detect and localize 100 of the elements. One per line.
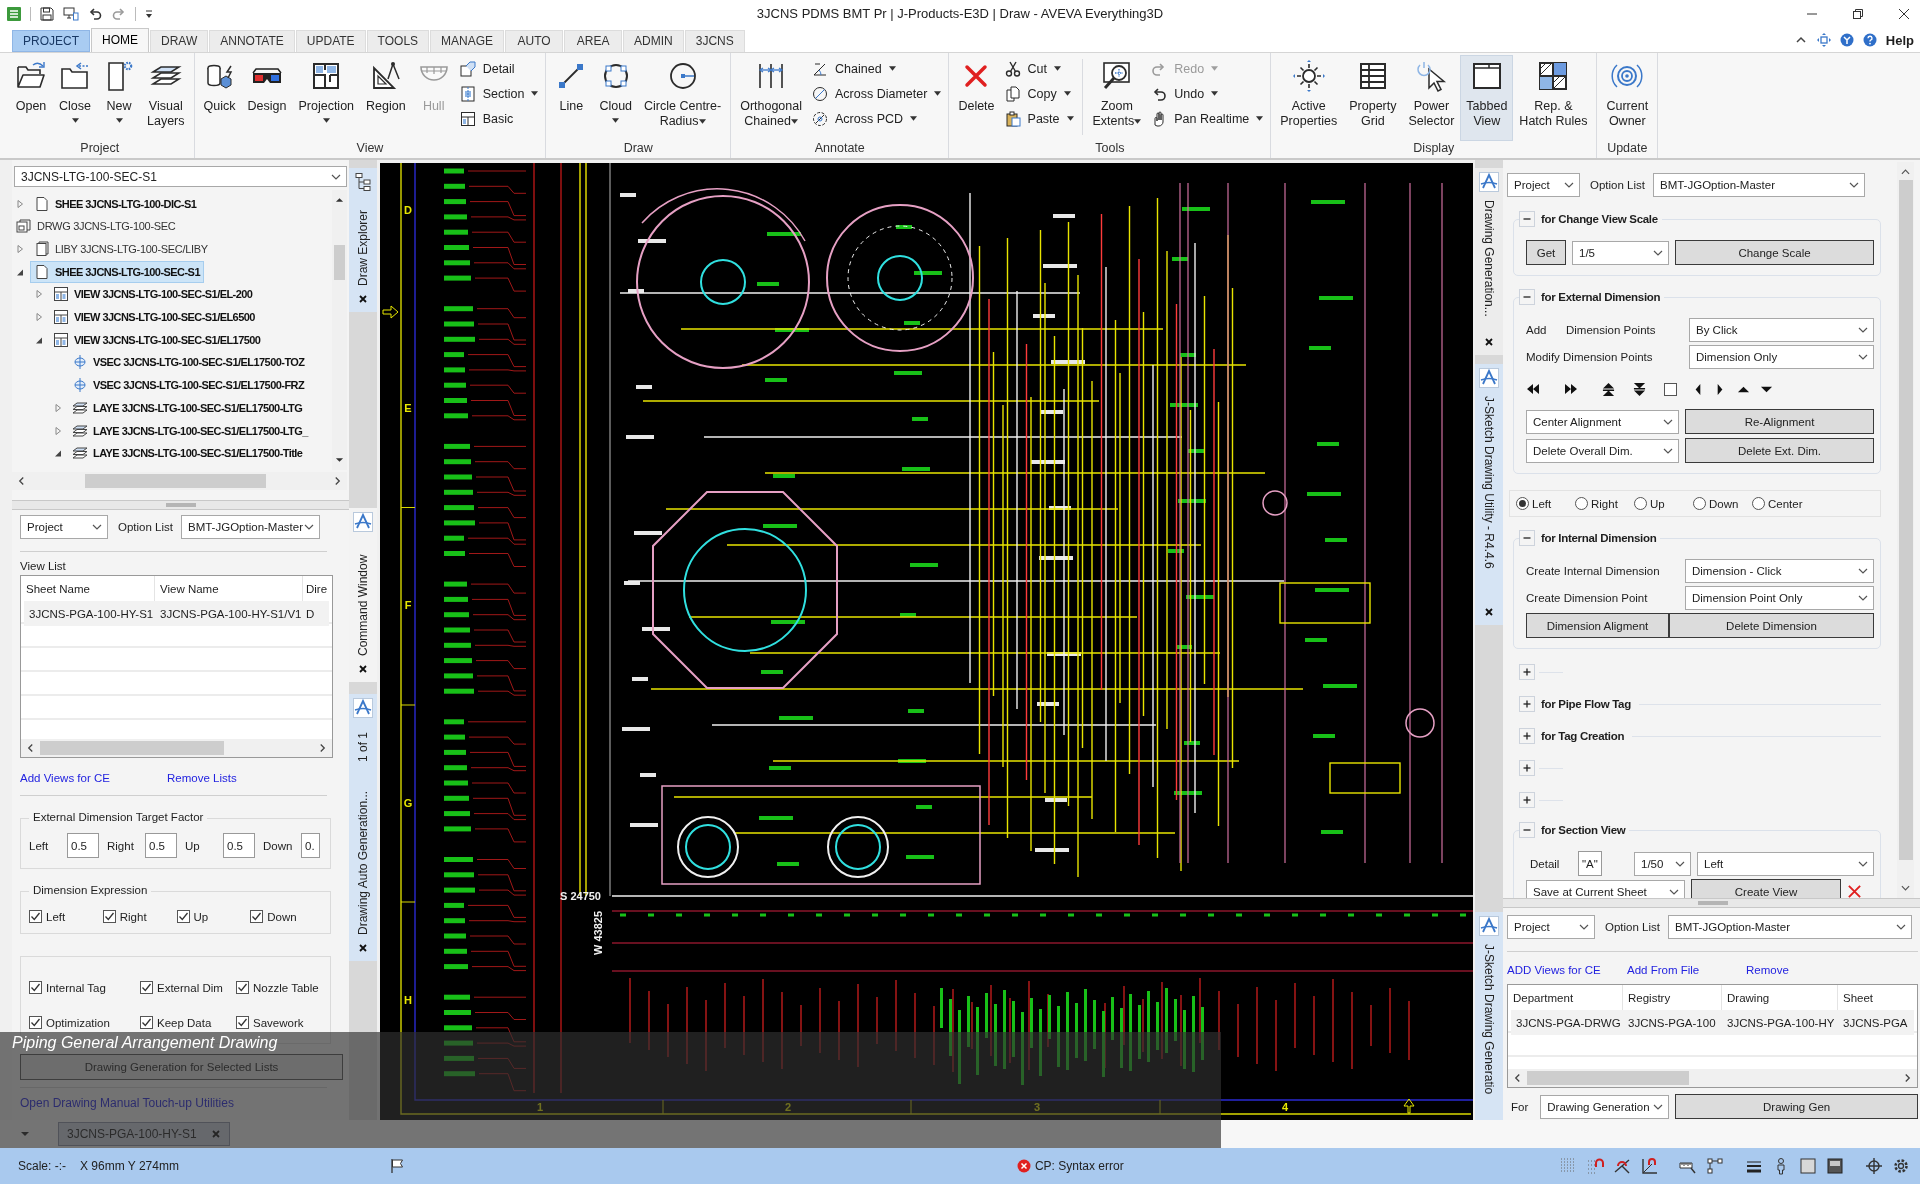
ribbon-tab[interactable]: TOOLS [366,29,430,52]
scroll-right-icon[interactable] [319,743,326,754]
side-tab[interactable]: 1 of 1 Drawing Auto Generation... [349,694,377,962]
dimension-action-button[interactable]: Delete Dimension [1669,613,1874,639]
re-alignment-button[interactable]: Re-Alignment [1685,409,1874,435]
detail-button[interactable]: Detail [455,57,543,80]
ribbon-tab[interactable]: ANNOTATE [209,29,295,52]
region-button[interactable]: Region [360,54,412,141]
new-button[interactable]: New [97,54,141,141]
checkbox[interactable] [29,1016,42,1030]
checkbox[interactable] [140,981,153,995]
checkbox[interactable] [29,981,42,995]
drawing-gen-button[interactable]: Drawing Gen [1675,1094,1918,1120]
purpose-dropdown[interactable]: Drawing Generation [1540,1094,1670,1119]
circle-button[interactable]: Circle Centre- Radius [638,54,728,141]
link[interactable]: Remove [1746,964,1789,977]
scrollbar-thumb[interactable] [85,474,266,489]
column-header[interactable]: Dire [303,576,332,602]
scroll-left-icon[interactable] [18,476,25,487]
dimension-action-button[interactable]: Dimension Aligment [1526,613,1669,639]
square-icon[interactable] [1799,1157,1817,1176]
side-tab[interactable]: Draw Explorer [349,168,377,313]
ribbon-tab[interactable]: UPDATE [295,29,366,52]
section-toggle[interactable] [1519,822,1535,839]
scope-dropdown[interactable]: Project [1507,915,1595,940]
tree-item[interactable]: LIBY 3JCNS-LTG-100-SEC/LIBY [30,238,212,261]
element-selector[interactable]: 3JCNS-LTG-100-SEC-S1 [14,166,347,188]
section-toggle[interactable] [1519,530,1535,547]
option-list-dropdown[interactable]: BMT-JGOption-Master [1668,915,1912,940]
splitter-grip[interactable] [1697,901,1728,906]
section-toggle[interactable] [1519,289,1535,306]
radio-button[interactable] [1634,497,1647,511]
delete-button[interactable]: Delete [952,54,1001,141]
node-link-icon[interactable] [1706,1157,1724,1176]
tree-item[interactable]: VSEC 3JCNS-LTG-100-SEC-S1/EL17500-TOZ [68,351,309,374]
ribbon-tab[interactable]: 3JCNS [684,29,745,52]
app-icon[interactable] [6,5,22,22]
radio-button[interactable] [1575,497,1588,511]
checkbox[interactable] [1664,382,1677,396]
section-toggle[interactable] [1519,211,1535,228]
chained-button[interactable]: Chained [808,57,946,80]
expand-arrow-icon[interactable] [15,244,25,255]
horizontal-scrollbar[interactable] [1508,1069,1917,1088]
grid-snap-icon[interactable] [1586,1157,1604,1176]
paste-button[interactable]: Paste [1000,107,1078,130]
close-icon[interactable] [358,664,368,675]
double-left-arrow-icon[interactable] [1526,382,1540,397]
expand-arrow-icon[interactable] [34,289,44,300]
scale-dropdown[interactable]: 1/5 [1572,240,1669,265]
ribbon-tab[interactable]: AREA [564,29,623,52]
alignment-dropdown[interactable]: Center Alignment [1526,409,1679,434]
quick-access-menu-icon[interactable] [144,7,154,20]
line-button[interactable]: Line [549,54,594,141]
open-button[interactable]: Open [9,54,53,141]
section-button[interactable]: Section [455,82,543,105]
expand-arrow-icon[interactable] [34,312,44,323]
point-mode-dropdown[interactable]: Dimension Point Only [1685,586,1874,611]
close-icon[interactable] [358,294,368,305]
tab-list-icon[interactable] [20,1131,30,1138]
checkbox[interactable] [236,981,249,995]
close-button[interactable]: Close [53,54,97,141]
pan-realtime-button[interactable]: Pan Realtime [1147,107,1268,130]
ribbon-tab[interactable]: AUTO [505,29,564,52]
orthogonal-chained-button[interactable]: Orthogonal Chained [734,54,808,141]
scroll-right-icon[interactable] [1904,1073,1911,1084]
scroll-up-icon[interactable] [335,196,344,205]
close-icon[interactable] [1898,7,1910,20]
ribbon-tab[interactable]: MANAGE [430,29,505,52]
section-toggle[interactable] [1519,728,1535,745]
axis-snap-icon[interactable] [1640,1157,1658,1176]
vertical-scrollbar[interactable] [332,190,347,471]
expand-arrow-icon[interactable] [53,402,63,413]
double-up-arrow-icon[interactable] [1602,382,1615,396]
tree-item[interactable]: LAYE 3JCNS-LTG-100-SEC-S1/EL17500-LTG_ [68,419,312,442]
link[interactable]: Add From File [1627,964,1746,977]
across-diameter-button[interactable]: Across Diameter [808,82,946,105]
scroll-down-icon[interactable] [1901,884,1910,893]
change-scale-button[interactable]: Change Scale [1675,240,1874,266]
get-button[interactable]: Get [1526,240,1566,266]
factor-field[interactable]: 0.5 [67,833,99,859]
scrollbar-thumb[interactable] [1527,1071,1689,1086]
delete-mode-dropdown[interactable]: Delete Overall Dim. [1526,438,1679,463]
section-toggle[interactable] [1519,760,1535,777]
flag-icon[interactable] [388,1158,405,1175]
visual-layers-button[interactable]: Visual Layers [141,54,191,141]
create-view-button[interactable]: Create View [1691,879,1841,899]
design-button[interactable]: Design [241,54,293,141]
checkbox[interactable] [140,1016,153,1030]
power-selector-button[interactable]: Power Selector [1402,54,1461,141]
collapse-arrow-icon[interactable] [53,448,63,459]
side-tab[interactable]: J-Sketch Drawing Utility - R4.4.6 [1475,364,1503,626]
section-toggle[interactable] [1519,696,1535,713]
option-list-dropdown[interactable]: BMT-JGOption-Master [181,515,320,540]
tree-item[interactable]: SHEE 3JCNS-LTG-100-DIC-S1 [30,192,201,215]
shaded-square-icon[interactable] [1826,1157,1844,1176]
factor-field[interactable]: 0.5 [223,833,255,859]
help-button[interactable]: Help [1885,32,1914,48]
computer-icon[interactable] [63,5,79,22]
quick-button[interactable]: Quick [197,54,242,141]
help-icon[interactable] [1862,33,1877,48]
